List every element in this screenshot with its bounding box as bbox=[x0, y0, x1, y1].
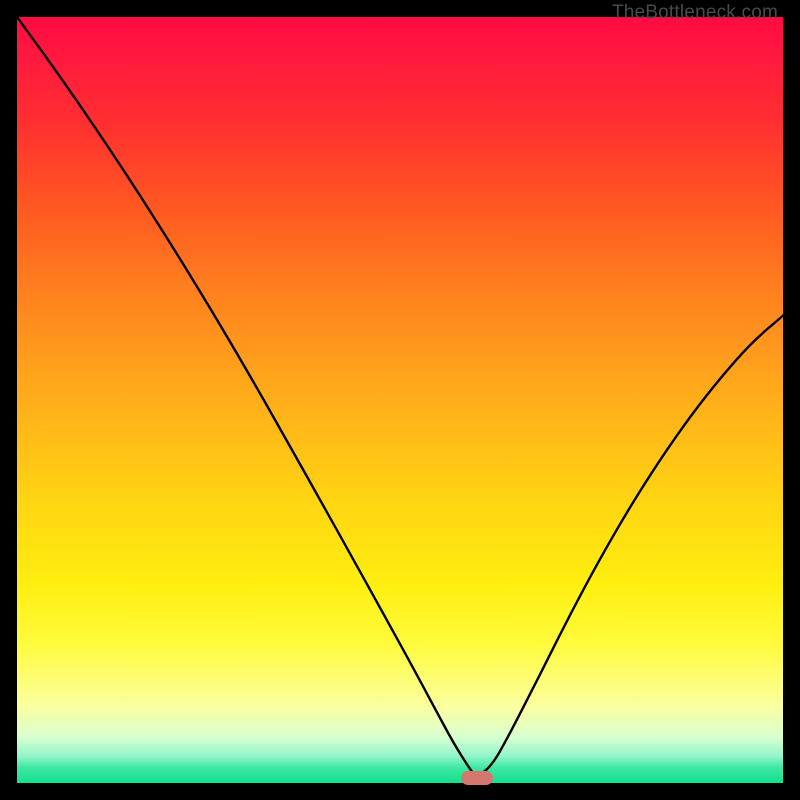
plot-area bbox=[17, 17, 783, 783]
watermark-text: TheBottleneck.com bbox=[612, 2, 778, 24]
chart-frame: TheBottleneck.com bbox=[0, 0, 800, 800]
optimum-marker bbox=[461, 771, 493, 785]
bottleneck-curve bbox=[17, 17, 783, 783]
